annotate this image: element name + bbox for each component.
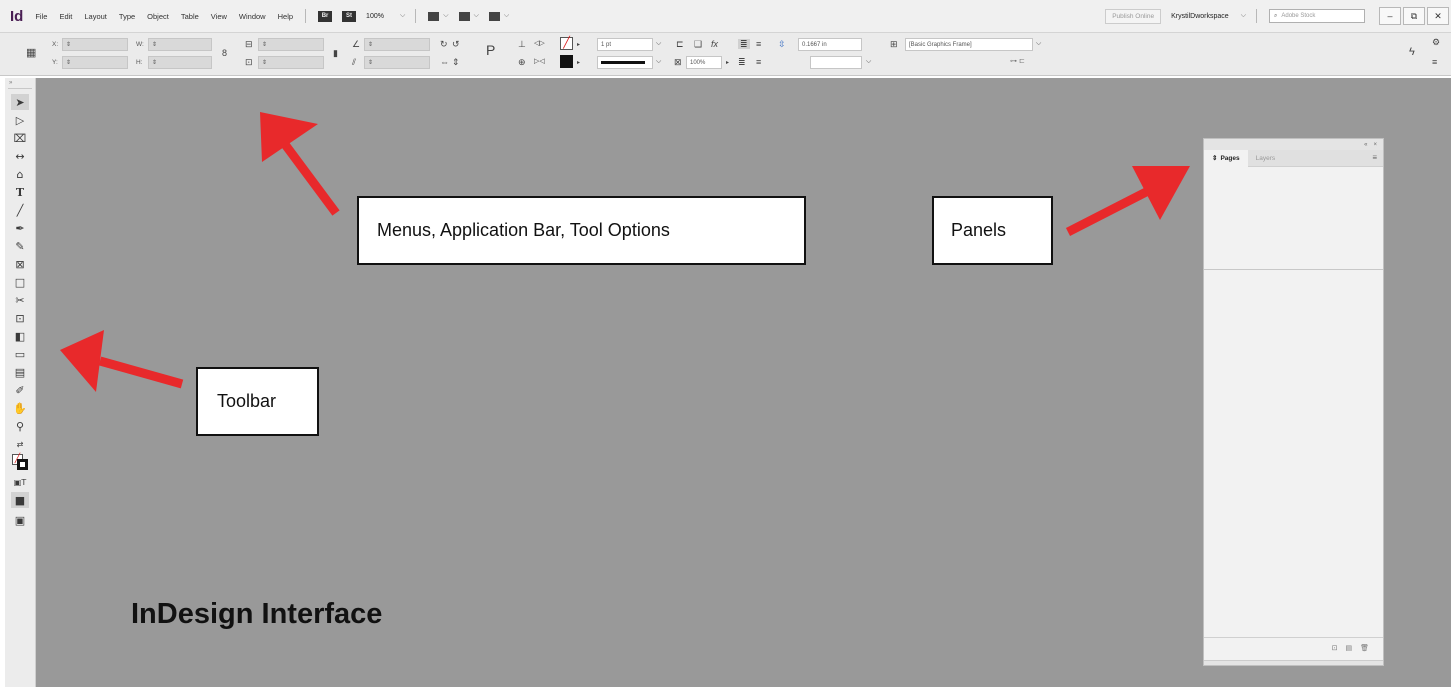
new-page-icon[interactable]: ▤ — [1345, 644, 1352, 652]
tab-layers[interactable]: Layers — [1248, 150, 1284, 167]
tab-pages-toggle-icon: ⇕ — [1212, 155, 1218, 162]
arrow-to-menus — [260, 112, 340, 216]
close-panel-icon[interactable]: × — [1373, 142, 1377, 148]
arrow-to-panels — [1065, 166, 1190, 237]
panel-title-bar[interactable]: « × — [1204, 139, 1383, 150]
arrow-to-toolbar — [60, 330, 184, 392]
pages-panel: « × ⇕ Pages Layers ≡ ⊡ ▤ 🗑 — [1203, 138, 1384, 666]
delete-page-icon[interactable]: 🗑 — [1360, 644, 1369, 652]
edit-page-size-icon[interactable]: ⊡ — [1332, 644, 1338, 652]
panel-resize-handle[interactable] — [1204, 660, 1383, 665]
panel-menu-icon[interactable]: ≡ — [1372, 153, 1377, 162]
panel-tab-bar: ⇕ Pages Layers ≡ — [1204, 149, 1383, 167]
tab-pages-label: Pages — [1220, 154, 1240, 162]
panel-footer: ⊡ ▤ 🗑 — [1204, 637, 1383, 657]
tab-layers-label: Layers — [1255, 154, 1276, 162]
collapse-panel-icon[interactable]: « — [1364, 142, 1367, 148]
panel-section-divider[interactable] — [1204, 269, 1383, 270]
tab-pages[interactable]: ⇕ Pages — [1204, 149, 1248, 167]
